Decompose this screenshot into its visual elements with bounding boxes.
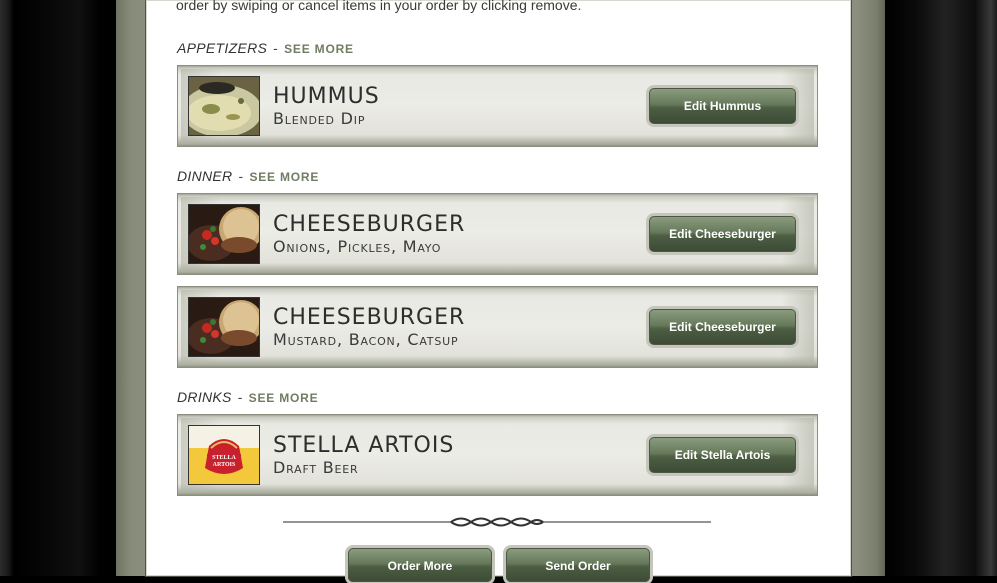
section-header-appetizers: APPETIZERS - SEE MORE: [177, 40, 354, 56]
item-description: Draft Beer: [273, 458, 359, 477]
svg-text:STELLA: STELLA: [212, 455, 236, 461]
device-frame-left: [0, 0, 116, 576]
category-label: APPETIZERS: [177, 40, 268, 56]
edit-item-button[interactable]: Edit Hummus: [649, 88, 796, 124]
send-order-button[interactable]: Send Order: [506, 548, 650, 582]
separator-dash: -: [237, 389, 243, 405]
item-name: HUMMUS: [273, 84, 380, 109]
intro-text: order by swiping or cancel items in your…: [176, 0, 582, 13]
category-label: DRINKS: [177, 389, 232, 405]
see-more-link[interactable]: SEE MORE: [249, 170, 319, 184]
category-label: DINNER: [177, 168, 233, 184]
item-description: Mustard, Bacon, Catsup: [273, 330, 459, 349]
section-header-dinner: DINNER - SEE MORE: [177, 168, 319, 184]
order-more-button[interactable]: Order More: [348, 548, 492, 582]
item-name: CHEESEBURGER: [273, 212, 466, 237]
item-description: Blended Dip: [273, 109, 366, 128]
item-description: Onions, Pickles, Mayo: [273, 237, 442, 256]
order-item-card[interactable]: CHEESEBURGER Mustard, Bacon, Catsup Edit…: [177, 286, 818, 368]
item-name: STELLA ARTOIS: [273, 433, 455, 458]
edit-item-button[interactable]: Edit Cheeseburger: [649, 216, 796, 252]
cheeseburger-thumbnail: [188, 297, 260, 357]
order-item-card[interactable]: HUMMUS Blended Dip Edit Hummus: [177, 65, 818, 147]
order-item-card[interactable]: STELLA ARTOIS STELLA ARTOIS Draft Beer E…: [177, 414, 818, 496]
ornamental-divider: [283, 513, 711, 531]
device-frame-right: [885, 0, 997, 576]
item-name: CHEESEBURGER: [273, 305, 466, 330]
svg-text:ARTOIS: ARTOIS: [213, 462, 236, 468]
separator-dash: -: [238, 168, 244, 184]
section-header-drinks: DRINKS - SEE MORE: [177, 389, 318, 405]
cheeseburger-thumbnail: [188, 204, 260, 264]
edit-item-button[interactable]: Edit Stella Artois: [649, 437, 796, 473]
edit-item-button[interactable]: Edit Cheeseburger: [649, 309, 796, 345]
separator-dash: -: [273, 40, 279, 56]
order-item-card[interactable]: CHEESEBURGER Onions, Pickles, Mayo Edit …: [177, 193, 818, 275]
see-more-link[interactable]: SEE MORE: [284, 42, 354, 56]
stella-artois-thumbnail: STELLA ARTOIS: [188, 425, 260, 485]
hummus-thumbnail: [188, 76, 260, 136]
see-more-link[interactable]: SEE MORE: [249, 391, 319, 405]
